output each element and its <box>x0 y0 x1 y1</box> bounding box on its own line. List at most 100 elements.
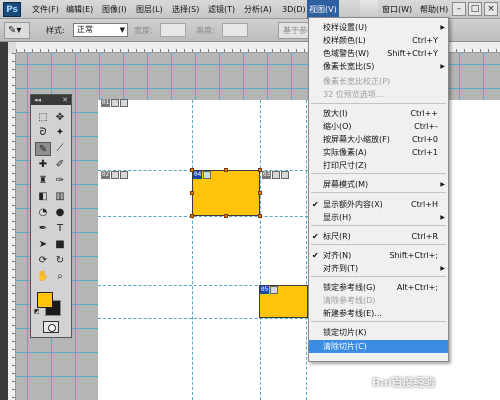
dodge-tool-icon[interactable]: ● <box>52 206 68 220</box>
collapse-arrows-icon[interactable]: ◂◂ <box>34 95 41 105</box>
view-menu-item[interactable]: 放大(I) Ctrl++ <box>309 107 448 120</box>
menu-file[interactable]: 文件(F) <box>30 0 61 19</box>
menu-item-label: 清除参考线(D) <box>323 296 376 305</box>
view-menu-item[interactable]: 色域警告(W) Shift+Ctrl+Y <box>309 47 448 60</box>
menu-analysis[interactable]: 分析(A) <box>242 0 274 19</box>
menu-item-label: 实际像素(A) <box>323 148 367 157</box>
slice-label[interactable]: 01 <box>101 99 129 107</box>
guide-horizontal[interactable] <box>98 216 308 217</box>
history-brush-tool-icon[interactable]: ✑ <box>52 174 68 188</box>
gradient-tool-icon[interactable]: ▥ <box>52 190 68 204</box>
guide-vertical[interactable] <box>260 100 261 400</box>
resize-handle[interactable] <box>258 191 262 195</box>
view-menu-item[interactable]: ✔ 显示额外内容(X) Ctrl+H <box>309 198 448 211</box>
vertical-ruler[interactable] <box>8 53 16 400</box>
view-menu-item[interactable]: 按屏幕大小缩放(F) Ctrl+0 <box>309 133 448 146</box>
magic-wand-tool-icon[interactable]: ✦ <box>52 126 68 140</box>
ruler-origin[interactable] <box>8 42 16 53</box>
view-menu-item[interactable]: 新建参考线(E)... <box>309 307 448 320</box>
menu-filter[interactable]: 滤镜(T) <box>206 0 237 19</box>
maximize-button[interactable]: □ <box>468 2 482 16</box>
view-menu-item[interactable]: 打印尺寸(Z) <box>309 159 448 172</box>
menu-select[interactable]: 选择(S) <box>170 0 201 19</box>
zoom-tool-icon[interactable]: ⌕ <box>52 270 68 284</box>
style-select[interactable]: 正常 ▼ <box>73 23 128 37</box>
slice-label[interactable]: 02 <box>101 171 129 179</box>
menu-layer[interactable]: 图层(L) <box>134 0 165 19</box>
guide-vertical[interactable] <box>192 100 193 400</box>
lasso-tool-icon[interactable]: ᘐ <box>35 126 51 140</box>
guide-horizontal[interactable] <box>98 318 308 319</box>
resize-handle[interactable] <box>258 214 262 218</box>
slice-label: 04 <box>193 171 212 179</box>
default-colors-icon[interactable]: ◩ <box>34 308 40 315</box>
slice-label[interactable]: 03 <box>262 171 290 179</box>
slice-type-icon <box>272 171 281 179</box>
foreground-color-swatch[interactable] <box>37 292 53 308</box>
menu-item-label: 按屏幕大小缩放(F) <box>323 135 390 144</box>
height-label: 高度: <box>196 26 215 35</box>
submenu-arrow-icon: ▶ <box>440 214 445 221</box>
menu-item-label: 显示额外内容(X) <box>323 200 383 209</box>
checkmark-icon: ✔ <box>312 251 319 260</box>
resize-handle[interactable] <box>258 168 262 172</box>
view-menu-item[interactable]: 像素长宽比(S) ▶ <box>309 60 448 73</box>
3d-rotate-tool-icon[interactable]: ⟳ <box>35 254 51 268</box>
slice-tool-icon: ✎▾ <box>8 25 22 36</box>
menu-item-shortcut: Ctrl+1 <box>411 148 438 157</box>
menu-3d[interactable]: 3D(D) <box>280 0 308 19</box>
user-slice[interactable]: 05 <box>259 285 308 318</box>
tool-preset-picker[interactable]: ✎▾ <box>4 22 30 39</box>
close-icon[interactable]: ✕ <box>62 95 68 105</box>
resize-handle[interactable] <box>224 214 228 218</box>
view-menu-item[interactable]: 对齐到(T) ▶ <box>309 262 448 275</box>
eyedropper-tool-icon[interactable]: ⟋ <box>52 142 68 156</box>
menu-image[interactable]: 图像(I) <box>100 0 129 19</box>
view-menu-item[interactable]: 屏幕模式(M) ▶ <box>309 178 448 191</box>
type-tool-icon[interactable]: T <box>52 222 68 236</box>
healing-brush-tool-icon[interactable]: ✚ <box>35 158 51 172</box>
menu-edit[interactable]: 编辑(E) <box>64 0 95 19</box>
view-menu-item[interactable]: 清除切片(C) <box>309 340 448 353</box>
rectangle-tool-icon[interactable]: ■ <box>52 238 68 252</box>
slice-link-icon <box>120 171 129 179</box>
pen-tool-icon[interactable]: ✒ <box>35 222 51 236</box>
height-field[interactable] <box>222 23 248 37</box>
view-menu-dropdown: 校样设置(U) ▶ 校样颜色(L) Ctrl+Y 色域警告(W) Shift+Ctrl+Y… <box>308 17 449 362</box>
3d-orbit-tool-icon[interactable]: ↻ <box>52 254 68 268</box>
brush-tool-icon[interactable]: ✐ <box>52 158 68 172</box>
hand-tool-icon[interactable]: ✋ <box>35 270 51 284</box>
marquee-tool-icon[interactable]: ⬚ <box>35 111 51 125</box>
view-menu-item[interactable]: 锁定参考线(G) Alt+Ctrl+; <box>309 281 448 294</box>
clone-stamp-tool-icon[interactable]: ♜ <box>35 174 51 188</box>
view-menu-item[interactable]: 32 位预览选项... <box>309 88 448 101</box>
resize-handle[interactable] <box>190 214 194 218</box>
slice-tool-icon[interactable]: ✎ <box>35 142 51 156</box>
view-menu-item[interactable]: 显示(H) ▶ <box>309 211 448 224</box>
resize-handle[interactable] <box>190 191 194 195</box>
view-menu-item[interactable]: 校样颜色(L) Ctrl+Y <box>309 34 448 47</box>
view-menu-item[interactable]: 锁定切片(K) <box>309 326 448 339</box>
path-selection-tool-icon[interactable]: ➤ <box>35 238 51 252</box>
view-menu-item[interactable]: 像素长宽比校正(P) <box>309 75 448 88</box>
width-field[interactable] <box>160 23 186 37</box>
eraser-tool-icon[interactable]: ◧ <box>35 190 51 204</box>
minimize-button[interactable]: – <box>452 2 466 16</box>
view-menu-item[interactable]: 清除参考线(D) <box>309 294 448 307</box>
blur-tool-icon[interactable]: ◔ <box>35 206 51 220</box>
menu-item-shortcut: Ctrl+Y <box>412 36 438 45</box>
view-menu-item[interactable]: ✔ 对齐(N) Shift+Ctrl+; <box>309 249 448 262</box>
close-button[interactable]: × <box>484 2 498 16</box>
resize-handle[interactable] <box>190 168 194 172</box>
view-menu-item[interactable]: 校样设置(U) ▶ <box>309 21 448 34</box>
view-menu-item[interactable]: ✔ 标尺(R) Ctrl+R <box>309 230 448 243</box>
move-tool-icon[interactable]: ✥ <box>52 111 68 125</box>
resize-handle[interactable] <box>224 168 228 172</box>
menu-item-label: 对齐(N) <box>323 251 352 260</box>
user-slice[interactable]: 04 <box>192 170 260 216</box>
view-menu-item[interactable]: 实际像素(A) Ctrl+1 <box>309 146 448 159</box>
view-menu-item[interactable]: 缩小(O) Ctrl+- <box>309 120 448 133</box>
quick-mask-button[interactable] <box>43 321 59 333</box>
tools-panel-header[interactable]: ◂◂ ✕ <box>31 95 71 105</box>
guide-vertical[interactable] <box>306 100 307 400</box>
